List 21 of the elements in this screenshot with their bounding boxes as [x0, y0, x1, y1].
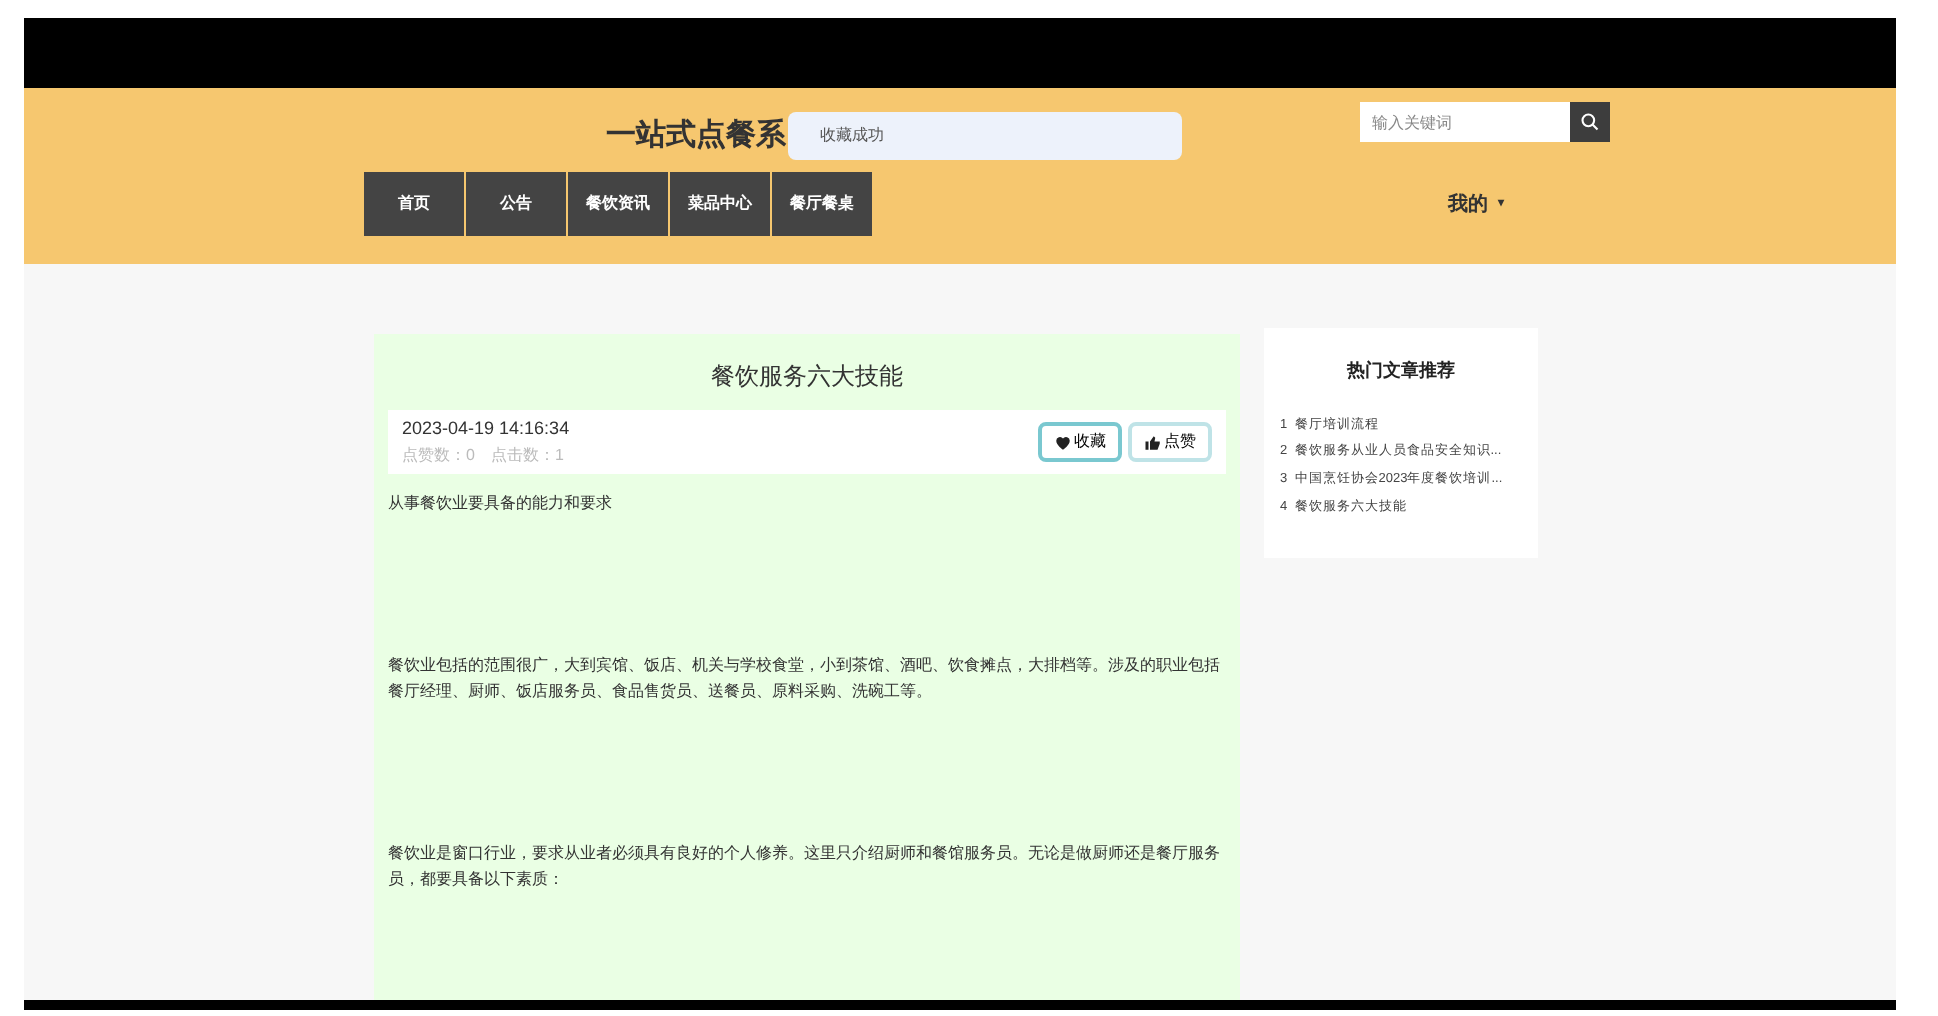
toast-message: 收藏成功: [788, 112, 1182, 160]
search-button[interactable]: [1570, 102, 1610, 142]
nav-tab[interactable]: 首页: [364, 172, 464, 236]
nav-tab[interactable]: 菜品中心: [670, 172, 770, 236]
search-icon: [1580, 112, 1600, 132]
article-title: 餐饮服务六大技能: [709, 360, 905, 394]
nav-tab[interactable]: 餐饮资讯: [568, 172, 668, 236]
article-paragraph: 从事餐饮业要具备的能力和要求: [388, 492, 614, 516]
thumbs-up-icon: [1144, 433, 1162, 451]
article-paragraph: 餐饮业是窗口行业，要求从业者必须具有良好的个人修养。这里只介绍厨师和餐馆服务员。无论是做厨师还是餐厅服务员，都要具备以下素质：: [388, 842, 1222, 892]
favorite-button[interactable]: 收藏: [1038, 422, 1122, 462]
search-field[interactable]: 输入关键词: [1360, 102, 1570, 142]
nav-tab[interactable]: 公告: [466, 172, 566, 236]
article-date: 2023-04-19 14:16:34: [402, 416, 570, 443]
like-button[interactable]: 点赞: [1128, 422, 1212, 462]
article-stats: 点赞数：0 点击数：1: [402, 443, 566, 468]
sidebar-title: 热门文章推荐: [1344, 358, 1457, 384]
site-title: 一站式点餐系: [606, 115, 786, 156]
article-paragraph: 餐饮业包括的范围很广，大到宾馆、饭店、机关与学校食堂，小到茶馆、酒吧、饮食摊点，大排档等。涉及的职业包括餐厅经理、厨师、饭店服务员、食品售货员、送餐员、原料采购、洗碗工等。: [388, 654, 1222, 704]
nav-tab[interactable]: 餐厅餐桌: [772, 172, 872, 236]
heart-icon: [1054, 433, 1072, 451]
